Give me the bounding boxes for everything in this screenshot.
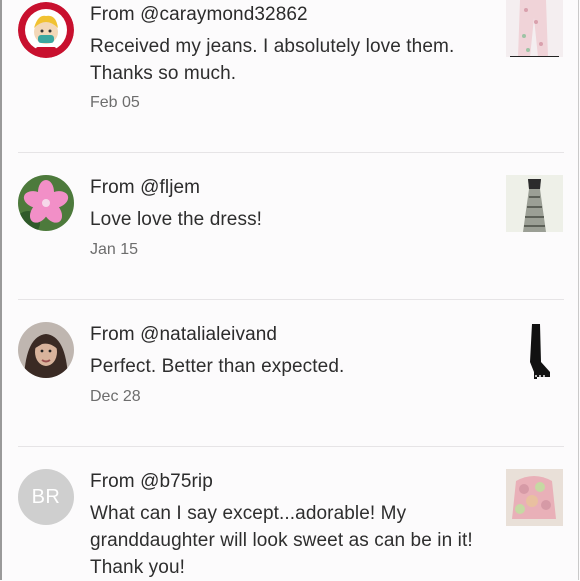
jeans-thumbnail-icon[interactable] (506, 0, 563, 57)
review-author[interactable]: From @b75rip (90, 471, 213, 493)
left-edge-rule (0, 0, 2, 580)
review-text: Love love the dress! (90, 209, 263, 230)
scrollbar[interactable] (578, 0, 579, 580)
review-divider (18, 299, 564, 300)
chiefs-kingdom-avatar-icon[interactable] (18, 2, 74, 58)
pink-flower-avatar-icon[interactable] (18, 175, 74, 231)
review-date: Jan 15 (90, 241, 139, 258)
portrait-avatar-icon[interactable] (18, 322, 74, 378)
review-author[interactable]: From @natalialeivand (90, 324, 277, 346)
initials-avatar[interactable]: BR (18, 469, 74, 525)
review-text: What can I say except...adorable! My gra… (90, 503, 473, 578)
dress-thumbnail-icon[interactable] (506, 175, 563, 232)
review-date: Dec 28 (90, 388, 141, 405)
boots-thumbnail-icon[interactable] (506, 322, 563, 379)
review-text: Perfect. Better than expected. (90, 356, 345, 377)
review-divider (18, 152, 564, 153)
review-date: Feb 05 (90, 94, 140, 111)
review-author[interactable]: From @caraymond32862 (90, 4, 308, 26)
review-text: Received my jeans. I absolutely love the… (90, 36, 455, 84)
review-divider (18, 446, 564, 447)
floral-outfit-thumbnail-icon[interactable] (506, 469, 563, 526)
review-author[interactable]: From @fljem (90, 177, 200, 199)
